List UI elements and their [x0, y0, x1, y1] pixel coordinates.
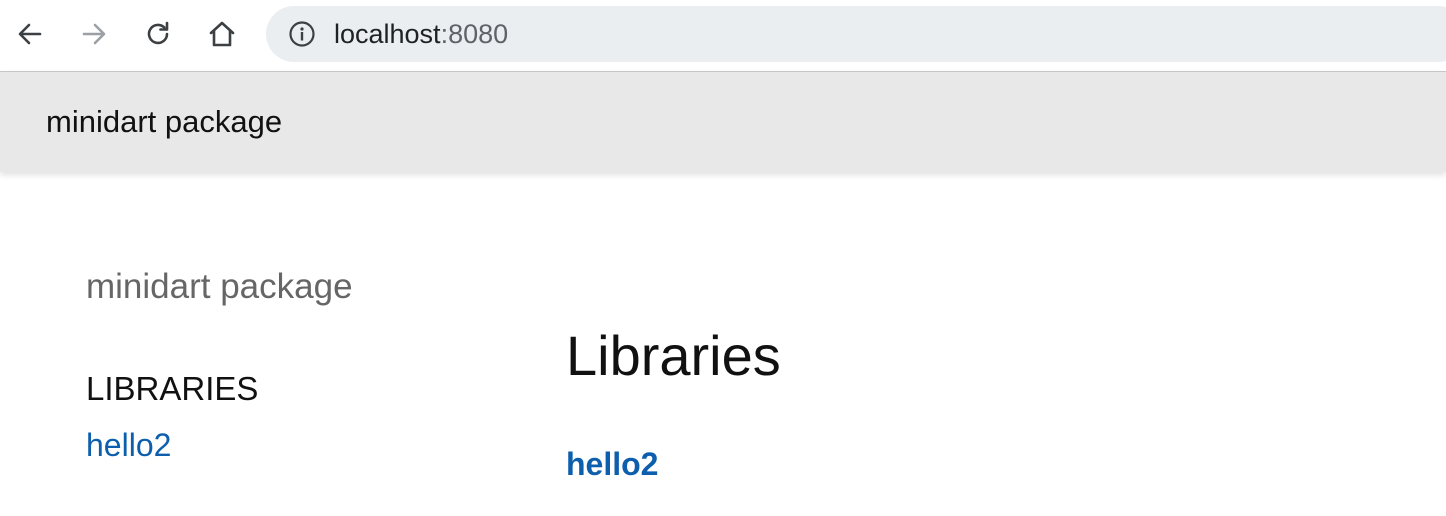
- info-icon[interactable]: [288, 20, 316, 48]
- arrow-right-icon: [82, 23, 106, 45]
- url-port: :8080: [440, 19, 509, 49]
- sidebar-libraries-heading: LIBRARIES: [86, 370, 259, 407]
- address-bar[interactable]: localhost:8080: [266, 6, 1446, 62]
- browser-toolbar: localhost:8080: [0, 0, 1446, 72]
- sidebar-library-link-hello2[interactable]: hello2: [86, 426, 171, 464]
- page-title: Libraries: [566, 324, 781, 387]
- library-link-hello2[interactable]: hello2: [566, 445, 658, 483]
- url-text[interactable]: localhost:8080: [334, 19, 508, 49]
- url-host: localhost: [334, 19, 441, 49]
- reload-icon: [147, 21, 169, 45]
- home-icon: [209, 21, 235, 47]
- arrow-left-icon: [18, 23, 42, 45]
- forward-button[interactable]: [74, 14, 114, 54]
- sidebar-package-name: minidart package: [86, 267, 353, 306]
- reload-button[interactable]: [138, 14, 178, 54]
- header-title: minidart package: [46, 104, 283, 139]
- page-header: minidart package: [0, 72, 1446, 172]
- home-button[interactable]: [202, 14, 242, 54]
- back-button[interactable]: [10, 14, 50, 54]
